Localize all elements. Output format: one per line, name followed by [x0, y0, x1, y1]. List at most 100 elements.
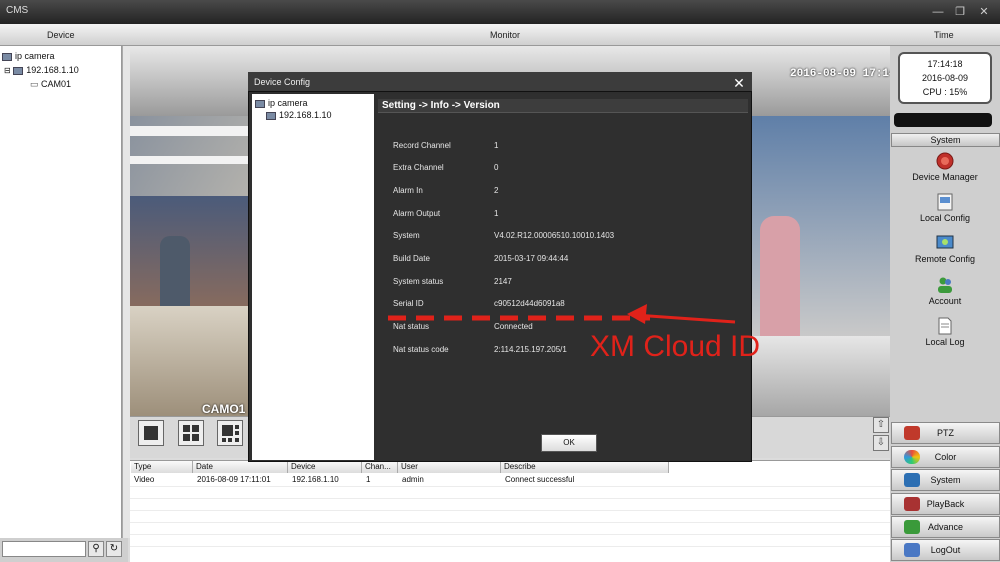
table-cell: Video [134, 475, 155, 484]
table-cell: Connect successful [505, 475, 575, 484]
remote-config-button[interactable]: Remote Config [892, 234, 998, 264]
clock-date: 2016-08-09 [921, 73, 969, 83]
device-tree-panel: ip camera ⊟ 192.168.1.10 ▭ CAM01 [0, 46, 122, 538]
logout-button[interactable]: LogOut [891, 539, 1000, 561]
field-label: Nat status [393, 322, 430, 331]
dialog-title: Device Config [254, 77, 311, 87]
tree-channel[interactable]: ▭ CAM01 [30, 79, 71, 90]
row-divider [130, 510, 890, 511]
close-icon[interactable]: ✕ [978, 6, 990, 18]
ptz-button[interactable]: PTZ [891, 422, 1000, 444]
field-value: 2:114.215.197.205/1 [494, 345, 567, 354]
advance-button[interactable]: Advance [891, 516, 1000, 538]
column-header[interactable]: User [398, 461, 501, 473]
device-manager-button[interactable]: Device Manager [892, 152, 998, 182]
table-cell: 1 [366, 475, 371, 484]
annotation-arrow [627, 304, 736, 324]
dialog-tree-root[interactable]: ip camera [255, 98, 308, 108]
app-title: CMS [6, 5, 29, 16]
breadcrumb: Setting -> Info -> Version [378, 99, 748, 113]
device-manager-icon [936, 152, 954, 170]
row-divider [130, 534, 890, 535]
field-label: Extra Channel [393, 163, 444, 172]
field-value: Connected [494, 322, 533, 331]
column-header[interactable]: Chan... [362, 461, 398, 473]
person-figure [160, 236, 190, 306]
row-divider [130, 498, 890, 499]
camera-group-icon [255, 99, 265, 108]
field-value: V4.02.R12.00006510.10010.1403 [494, 231, 615, 240]
monitor-header: Monitor [490, 30, 521, 40]
section-header: Device Monitor Time [0, 24, 1000, 46]
field-value: 0 [494, 163, 499, 172]
logout-icon [904, 543, 920, 557]
row-divider [130, 546, 890, 547]
field-label: System [393, 231, 420, 240]
field-label: Record Channel [393, 141, 451, 150]
column-header[interactable]: Date [193, 461, 288, 473]
column-header[interactable]: Device [288, 461, 362, 473]
local-config-icon [937, 193, 953, 211]
field-value: 2015-03-17 09:44:44 [494, 254, 569, 263]
minimize-icon[interactable]: — [932, 6, 944, 18]
dialog-device-tree: ip camera 192.168.1.10 [252, 94, 374, 460]
field-value: 2 [494, 186, 499, 195]
person-figure [760, 216, 800, 336]
local-log-button[interactable]: Local Log [892, 317, 998, 347]
dialog-tree-device[interactable]: 192.168.1.10 [266, 110, 332, 120]
restore-icon[interactable]: ❐ [954, 6, 966, 18]
ok-button[interactable]: OK [541, 434, 597, 452]
time-header: Time [934, 30, 954, 40]
layout-4-button[interactable] [178, 420, 204, 446]
color-icon [904, 450, 920, 464]
table-cell: admin [402, 475, 424, 484]
status-bar [894, 113, 992, 127]
counter [130, 306, 250, 416]
field-label: Build Date [393, 254, 430, 263]
system-icon [904, 473, 920, 487]
layout-1-button[interactable] [138, 420, 164, 446]
advance-icon [904, 520, 920, 534]
title-bar: CMS — ❐ ✕ [0, 0, 1000, 24]
local-config-button[interactable]: Local Config [892, 193, 998, 223]
tree-device[interactable]: ⊟ 192.168.1.10 [4, 65, 79, 75]
field-label: Serial ID [393, 299, 424, 308]
left-scrollbar[interactable] [122, 46, 130, 538]
cpu-usage: CPU : 15% [922, 87, 968, 97]
field-label: System status [393, 277, 444, 286]
field-label: Alarm Output [393, 209, 441, 218]
field-value: 1 [494, 141, 499, 150]
field-value: 1 [494, 209, 499, 218]
collapse-icon[interactable]: ⊟ [4, 66, 11, 75]
table-cell: 192.168.1.10 [292, 475, 339, 484]
playback-icon [904, 497, 920, 511]
close-icon[interactable]: ✕ [732, 76, 746, 90]
field-label: Nat status code [393, 345, 449, 354]
annotation-label: XM Cloud ID [590, 330, 761, 363]
annotation-dash-line [388, 315, 650, 321]
account-icon [938, 277, 952, 293]
table-cell: 2016-08-09 17:11:01 [197, 475, 271, 484]
column-header[interactable]: Type [131, 461, 193, 473]
color-button[interactable]: Color [891, 446, 1000, 468]
tree-root[interactable]: ip camera [2, 51, 55, 61]
column-header[interactable]: Describe [501, 461, 669, 473]
camera-icon: ▭ [30, 79, 39, 89]
system-button[interactable]: System [891, 469, 1000, 491]
search-icon[interactable]: ⚲ [88, 541, 104, 557]
refresh-icon[interactable]: ↻ [106, 541, 122, 557]
camera-label: CAMO1 [202, 402, 246, 416]
search-input[interactable] [2, 541, 86, 557]
dvr-icon [266, 111, 276, 120]
account-button[interactable]: Account [892, 276, 998, 306]
clock-display: 17:14:18 2016-08-09 CPU : 15% [898, 52, 992, 104]
ceiling-light [130, 126, 250, 136]
field-value: 2147 [494, 277, 512, 286]
scroll-down-icon[interactable]: ⇩ [873, 435, 889, 451]
device-header: Device [47, 30, 75, 40]
playback-button[interactable]: PlayBack [891, 493, 1000, 515]
row-divider [130, 486, 890, 487]
scroll-up-icon[interactable]: ⇧ [873, 417, 889, 433]
dialog-title-bar[interactable]: Device Config [248, 72, 752, 92]
layout-6-button[interactable] [217, 420, 243, 446]
